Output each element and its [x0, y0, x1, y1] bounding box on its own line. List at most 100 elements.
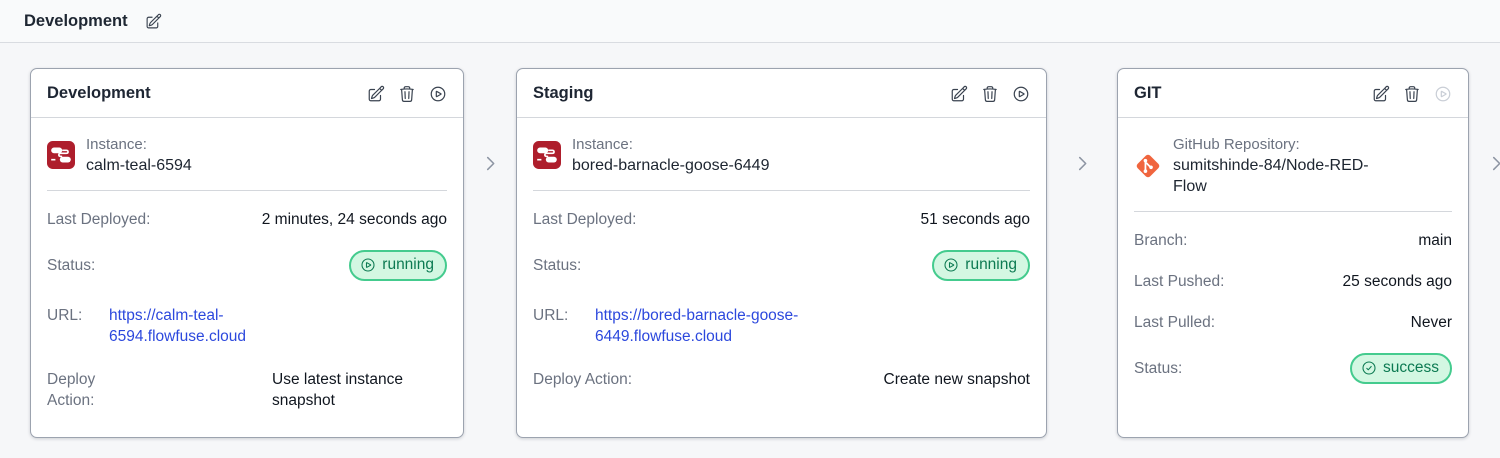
repository-label: GitHub Repository: — [1173, 136, 1300, 153]
deploy-action-label: Deploy Action: — [47, 371, 96, 409]
stage-title: Development — [47, 84, 151, 102]
stage-connector — [1047, 68, 1117, 458]
page-title: Development — [24, 11, 128, 30]
instance-url-link[interactable]: https://calm-teal-6594.flowfuse.cloud — [109, 305, 267, 347]
stage-connector — [1469, 68, 1500, 458]
node-red-icon — [47, 141, 75, 169]
delete-stage-button[interactable] — [398, 85, 416, 103]
last-pushed-row: Last Pushed: 25 seconds ago — [1134, 271, 1452, 292]
stage-body: Instance: calm-teal-6594 Last Deployed: … — [31, 118, 463, 427]
deploy-action-row: Deploy Action: Create new snapshot — [533, 369, 1030, 390]
edit-stage-button[interactable] — [950, 85, 968, 103]
url-label: URL: — [533, 307, 569, 324]
status-badge-text: running — [965, 256, 1017, 273]
stage-card-git: GIT GitHub Repository: sumitshinde-84/No… — [1117, 68, 1469, 438]
stage-actions — [367, 85, 447, 103]
delete-stage-button[interactable] — [981, 85, 999, 103]
instance-name: bored-barnacle-goose-6449 — [572, 157, 770, 174]
run-stage-button[interactable] — [1012, 85, 1030, 103]
chevron-right-icon — [1078, 156, 1086, 171]
last-deployed-value: 51 seconds ago — [920, 211, 1030, 228]
stage-body: Instance: bored-barnacle-goose-6449 Last… — [517, 118, 1046, 406]
status-row: Status: running — [533, 250, 1030, 281]
deploy-action-value: Use latest instance snapshot — [272, 371, 403, 409]
instance-url-link[interactable]: https://bored-barnacle-goose-6449.flowfu… — [595, 305, 837, 347]
edit-icon — [1373, 85, 1390, 101]
last-pushed-label: Last Pushed: — [1134, 273, 1225, 290]
last-pulled-label: Last Pulled: — [1134, 314, 1215, 331]
trash-icon — [1405, 85, 1419, 102]
stage-card-development: Development Instance: calm-teal-6594 Las… — [30, 68, 464, 438]
play-circle-icon — [944, 258, 958, 272]
instance-label: Instance: — [86, 136, 147, 153]
last-deployed-value: 2 minutes, 24 seconds ago — [261, 211, 447, 228]
stage-header: GIT — [1118, 69, 1468, 118]
branch-row: Branch: main — [1134, 230, 1452, 251]
stage-card-staging: Staging Instance: bored-barnacle-goose-6… — [516, 68, 1047, 438]
repository-name: sumitshinde-84/Node-RED-Flow — [1173, 157, 1369, 195]
instance-block: Instance: bored-barnacle-goose-6449 — [533, 134, 1030, 176]
stage-title: GIT — [1134, 84, 1162, 102]
status-badge-text: success — [1383, 359, 1439, 376]
pipeline-stages: Development Instance: calm-teal-6594 Las… — [0, 43, 1500, 458]
status-badge: running — [349, 250, 447, 281]
divider — [1134, 211, 1452, 212]
divider — [533, 190, 1030, 191]
url-label: URL: — [47, 307, 83, 324]
delete-stage-button[interactable] — [1403, 85, 1421, 103]
status-label: Status: — [1134, 360, 1183, 377]
last-deployed-label: Last Deployed: — [47, 211, 151, 228]
last-pulled-row: Last Pulled: Never — [1134, 312, 1452, 333]
last-deployed-label: Last Deployed: — [533, 211, 637, 228]
status-row: Status: running — [47, 250, 447, 281]
git-icon — [1134, 152, 1162, 179]
play-circle-icon — [430, 86, 446, 101]
stage-connector — [464, 68, 516, 458]
edit-icon — [951, 85, 968, 101]
status-label: Status: — [47, 257, 96, 274]
last-deployed-row: Last Deployed: 51 seconds ago — [533, 209, 1030, 230]
edit-icon — [368, 85, 385, 101]
instance-name: calm-teal-6594 — [86, 157, 192, 174]
stage-actions — [1372, 85, 1452, 103]
status-row: Status: success — [1134, 353, 1452, 384]
status-badge: running — [932, 250, 1030, 281]
stage-title: Staging — [533, 84, 594, 102]
play-circle-icon — [361, 258, 375, 272]
instance-block: Instance: calm-teal-6594 — [47, 134, 447, 176]
trash-icon — [400, 85, 414, 102]
status-label: Status: — [533, 257, 582, 274]
deploy-action-value: Create new snapshot — [883, 371, 1030, 388]
play-circle-icon — [1013, 86, 1029, 101]
trash-icon — [983, 85, 997, 102]
stage-header: Development — [31, 69, 463, 118]
status-badge-text: running — [382, 256, 434, 273]
check-circle-icon — [1362, 361, 1376, 375]
stage-header: Staging — [517, 69, 1046, 118]
run-stage-button-disabled — [1434, 85, 1452, 103]
branch-value: main — [1418, 232, 1452, 249]
run-stage-button[interactable] — [429, 85, 447, 103]
chevron-right-icon — [486, 156, 494, 171]
chevron-right-icon — [1492, 156, 1500, 171]
stage-actions — [950, 85, 1030, 103]
repository-block: GitHub Repository: sumitshinde-84/Node-R… — [1134, 134, 1452, 197]
status-badge: success — [1350, 353, 1452, 384]
page-header: Development — [0, 0, 1500, 43]
edit-stage-button[interactable] — [367, 85, 385, 103]
stage-body: GitHub Repository: sumitshinde-84/Node-R… — [1118, 118, 1468, 400]
deploy-action-row: Deploy Action: Use latest instance snaps… — [47, 369, 447, 411]
deploy-action-label: Deploy Action: — [533, 371, 633, 388]
edit-icon — [146, 13, 161, 28]
branch-label: Branch: — [1134, 232, 1188, 249]
node-red-icon — [533, 141, 561, 169]
edit-pipeline-button[interactable] — [145, 13, 162, 30]
edit-stage-button[interactable] — [1372, 85, 1390, 103]
url-row: URL: https://bored-barnacle-goose-6449.f… — [533, 305, 1030, 347]
play-circle-icon — [1435, 86, 1451, 101]
instance-label: Instance: — [572, 136, 633, 153]
last-pushed-value: 25 seconds ago — [1342, 273, 1452, 290]
divider — [47, 190, 447, 191]
last-deployed-row: Last Deployed: 2 minutes, 24 seconds ago — [47, 209, 447, 230]
url-row: URL: https://calm-teal-6594.flowfuse.clo… — [47, 305, 447, 347]
